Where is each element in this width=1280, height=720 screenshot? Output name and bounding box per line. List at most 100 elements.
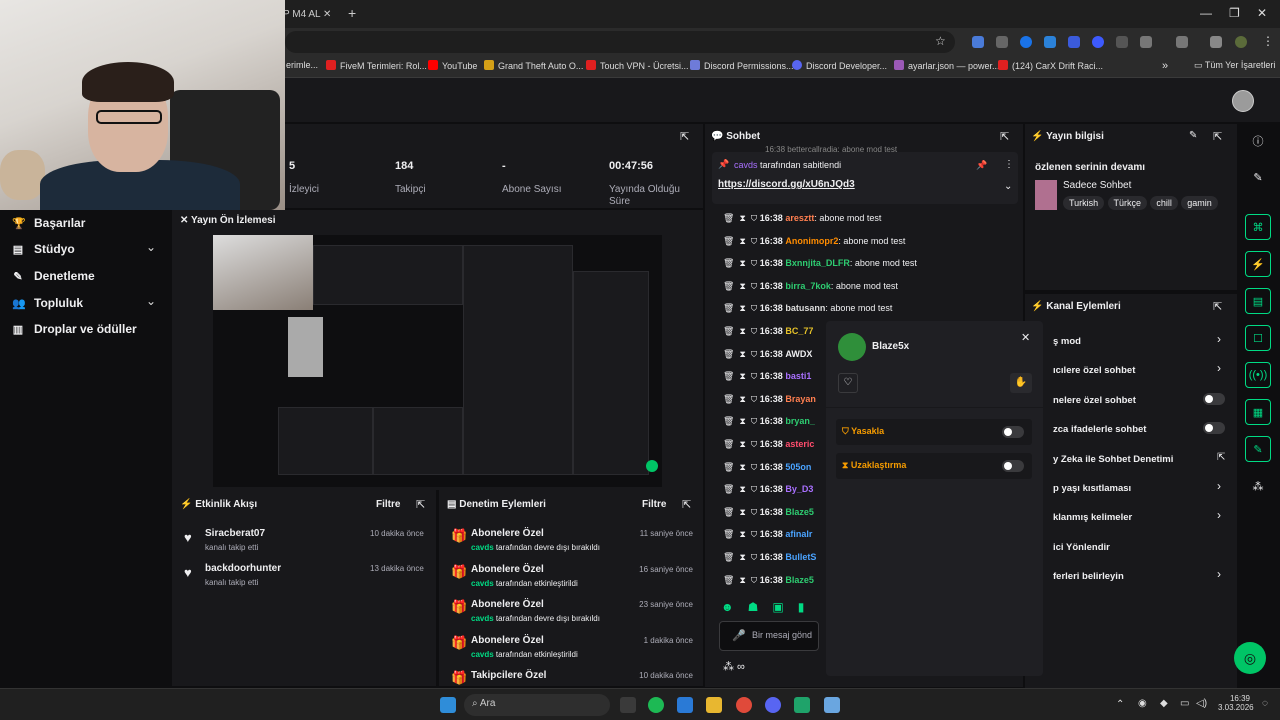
chat-message[interactable]: 🗑 ⧗ ⛉ 16:38 Brayan	[723, 394, 816, 405]
timeout-icon[interactable]: ⧗	[739, 258, 745, 268]
channel-action-item[interactable]: ferleri belirleyin ›	[1025, 567, 1237, 591]
chat-message[interactable]: 🗑 ⧗ ⛉ 16:38 bryan_	[723, 416, 815, 427]
pinned-message[interactable]: 📌 cavds tarafından sabitlendi 📌 ⋮ https:…	[712, 152, 1018, 204]
bolt-icon[interactable]: ⚡	[1245, 251, 1271, 277]
action-toggle[interactable]	[1203, 392, 1225, 405]
event-user[interactable]: Siracberat07	[205, 528, 265, 539]
star-icon[interactable]: ☆	[935, 34, 946, 48]
stream-preview-video[interactable]	[213, 235, 662, 487]
moderation-row[interactable]: 🎁 Takipcilere Özel 10 dakika önce	[439, 668, 703, 686]
pinned-link[interactable]: https://discord.gg/xU6nJQd3	[718, 179, 855, 190]
user-name[interactable]: Blaze5x	[872, 341, 909, 352]
kebab-menu-icon[interactable]: ⋮	[1004, 159, 1014, 170]
chevron-up-icon[interactable]: ⌃	[1116, 699, 1124, 710]
bookmark-item[interactable]: Discord Developer...	[792, 60, 887, 71]
timeout-icon[interactable]: ⧗	[739, 371, 745, 381]
ban-icon[interactable]: ⛉	[751, 213, 757, 223]
ban-icon[interactable]: ⛉	[751, 303, 757, 313]
timeout-icon[interactable]: ⧗	[739, 236, 745, 246]
message-user[interactable]: Blaze5	[785, 507, 814, 517]
chat-message[interactable]: 🗑 ⧗ ⛉ 16:38 Blaze5	[723, 575, 814, 586]
heart-icon[interactable]: ♡	[838, 373, 858, 393]
moderator-name[interactable]: cavds	[471, 614, 494, 623]
event-user[interactable]: backdoorhunter	[205, 563, 281, 574]
timeout-icon[interactable]: ⧗	[739, 529, 745, 539]
delete-icon[interactable]: 🗑	[723, 575, 734, 585]
chat-message[interactable]: 🗑 ⧗ ⛉ 16:38 asteric	[723, 439, 814, 450]
edit-icon[interactable]: ✎	[1189, 130, 1197, 141]
task-view-icon[interactable]	[620, 697, 636, 713]
unpin-icon[interactable]: 📌	[976, 160, 987, 171]
ban-icon[interactable]: ⛉	[751, 484, 757, 494]
chat-icon[interactable]: ☐	[1245, 325, 1271, 351]
ban-row[interactable]: ⛉ Yasakla	[836, 419, 1032, 445]
delete-icon[interactable]: 🗑	[723, 439, 734, 449]
chat-message[interactable]: 🗑 ⧗ ⛉ 16:38 BC_77	[723, 326, 813, 337]
extension-icon[interactable]	[972, 36, 984, 48]
chevron-down-icon[interactable]: ⌄	[1004, 181, 1012, 192]
message-user[interactable]: aresztt	[785, 213, 814, 223]
delete-icon[interactable]: 🗑	[723, 213, 734, 223]
network-icon[interactable]: ▭	[1180, 698, 1189, 709]
timeout-icon[interactable]: ⧗	[739, 394, 745, 404]
start-icon[interactable]	[440, 697, 456, 713]
maximize-icon[interactable]: ❐	[1229, 6, 1240, 20]
chat-message[interactable]: 🗑 ⧗ ⛉ 16:38 Blaze5	[723, 507, 814, 518]
ban-icon[interactable]: ⛉	[751, 552, 757, 562]
timeout-icon[interactable]: ⧗	[739, 507, 745, 517]
ban-icon[interactable]: ⛉	[751, 349, 757, 359]
message-user[interactable]: BulletS	[785, 552, 816, 562]
info-icon[interactable]: ⓘ	[1245, 128, 1271, 154]
bookmark-item[interactable]: erimle...	[286, 60, 318, 70]
chevron-down-icon[interactable]: ⌄	[146, 294, 156, 308]
extension-icon[interactable]	[1116, 36, 1128, 48]
extension-icon[interactable]	[1092, 36, 1104, 48]
extension-icon[interactable]	[1020, 36, 1032, 48]
minimize-icon[interactable]: —	[1200, 6, 1212, 20]
ban-icon[interactable]: ⛉	[751, 394, 757, 404]
timeout-toggle[interactable]	[1002, 460, 1024, 472]
delete-icon[interactable]: 🗑	[723, 349, 734, 359]
delete-icon[interactable]: 🗑	[723, 462, 734, 472]
bookmark-item[interactable]: ayarlar.json — power...	[894, 60, 1000, 71]
app-icon[interactable]	[824, 697, 840, 713]
kebab-menu-icon[interactable]: ⋮	[1262, 34, 1274, 48]
delete-icon[interactable]: 🗑	[723, 281, 734, 291]
new-tab-button[interactable]: +	[348, 5, 356, 21]
discord-icon[interactable]	[765, 697, 781, 713]
moderator-name[interactable]: cavds	[471, 543, 494, 552]
sidebar-item-drops[interactable]: ▥ Droplar ve ödüller	[12, 322, 137, 336]
channel-action-item[interactable]: zca ifadelerle sohbet	[1025, 422, 1237, 444]
message-user[interactable]: batusann	[785, 303, 825, 313]
emote-icon[interactable]: ▮	[798, 600, 805, 616]
tag[interactable]: Türkçe	[1107, 196, 1148, 210]
delete-icon[interactable]: 🗑	[723, 507, 734, 517]
sidebar-item-studio[interactable]: ▤ Stüdyo	[12, 242, 75, 256]
popout-icon[interactable]: ⇱	[1213, 300, 1222, 313]
puzzle-icon[interactable]	[1140, 36, 1152, 48]
menu-icon[interactable]	[1210, 36, 1222, 48]
timeout-icon[interactable]: ⧗	[739, 439, 745, 449]
sidebar-item-achievements[interactable]: 🏆 Başarılar	[12, 216, 85, 230]
ban-icon[interactable]: ⛉	[751, 281, 757, 291]
channel-action-item[interactable]: klanmış kelimeler ›	[1025, 508, 1237, 532]
taskbar-search[interactable]: ⌕ Ara	[464, 694, 610, 716]
notification-icon[interactable]: ◌	[1262, 698, 1268, 709]
ban-icon[interactable]: ⛉	[751, 507, 757, 517]
delete-icon[interactable]: 🗑	[723, 258, 734, 268]
delete-icon[interactable]: 🗑	[723, 371, 734, 381]
chat-message[interactable]: 🗑 ⧗ ⛉ 16:38 basti1	[723, 371, 811, 382]
hand-icon[interactable]: ✋	[1010, 373, 1032, 393]
dots-icon[interactable]: ⁂	[1245, 473, 1271, 499]
message-user[interactable]: Anonimopr2	[785, 236, 838, 246]
delete-icon[interactable]: 🗑	[723, 484, 734, 494]
discord-tray-icon[interactable]: ◉	[1138, 698, 1147, 709]
url-input[interactable]: ☆	[285, 31, 955, 53]
bookmark-item[interactable]: Grand Theft Auto O...	[484, 60, 583, 71]
timeout-icon[interactable]: ⧗	[739, 416, 745, 426]
chat-message[interactable]: 🗑 ⧗ ⛉ 16:38 Anonimopr2: abone mod test	[723, 236, 905, 247]
tag[interactable]: chill	[1150, 196, 1178, 210]
message-user[interactable]: bryan_	[785, 416, 815, 426]
broadcast-icon[interactable]: ((•))	[1245, 362, 1271, 388]
popout-icon[interactable]: ⇱	[416, 498, 425, 511]
